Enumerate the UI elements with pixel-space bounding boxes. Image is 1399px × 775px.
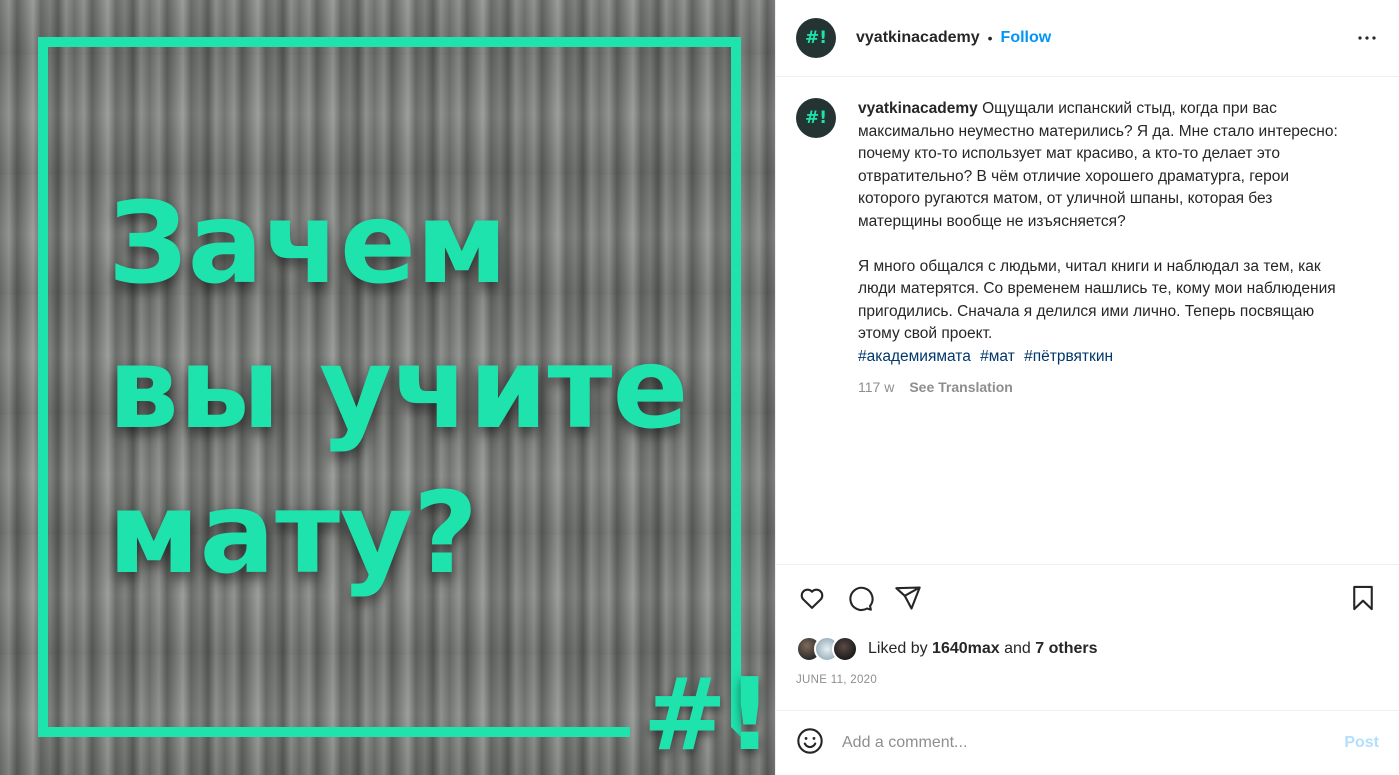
comment-input[interactable] <box>842 734 1345 752</box>
likes-and: and <box>1004 640 1031 657</box>
post-image[interactable]: Зачем вы учите мату? #! <box>0 0 775 775</box>
post-comment-button[interactable]: Post <box>1344 734 1379 752</box>
comment-icon[interactable] <box>844 582 876 614</box>
hashtag-link[interactable]: #мат <box>980 348 1015 365</box>
liker-avatar <box>832 636 858 662</box>
image-frame-bottom <box>38 727 630 737</box>
header-username[interactable]: vyatkinacademy <box>856 29 980 47</box>
hashtag-link[interactable]: #академиямата <box>858 348 971 365</box>
hashtags: #академиямата #мат #пётрвяткин <box>858 346 1348 369</box>
caption-paragraph-1-text: Ощущали испанский стыд, когда при вас ма… <box>858 100 1338 230</box>
caption-area: #! vyatkinacademy Ощущали испанский стыд… <box>776 78 1399 564</box>
action-bar <box>776 565 1399 631</box>
headline-line-2: вы учите <box>108 324 689 454</box>
post-age[interactable]: 117 w <box>858 376 894 399</box>
see-translation-button[interactable]: See Translation <box>909 376 1012 399</box>
headline-line-3: мату? <box>108 469 479 599</box>
bookmark-icon[interactable] <box>1347 582 1379 614</box>
liker-username[interactable]: 1640max <box>932 640 1000 657</box>
image-logo: #! <box>643 656 773 773</box>
follow-button[interactable]: Follow <box>1001 29 1052 47</box>
caption-row: #! vyatkinacademy Ощущали испанский стыд… <box>796 98 1379 398</box>
separator-dot: • <box>987 30 993 46</box>
more-horizontal-icon[interactable] <box>1355 26 1379 50</box>
liker-avatars[interactable] <box>796 636 860 662</box>
share-icon[interactable] <box>892 582 924 614</box>
heart-icon[interactable] <box>796 582 828 614</box>
likes-prefix: Liked by <box>868 640 928 657</box>
emoji-icon[interactable] <box>796 727 824 760</box>
post-date[interactable]: JUNE 11, 2020 <box>776 674 1399 686</box>
comment-bar: Post <box>776 710 1399 775</box>
likes-row: Liked by 1640max and 7 others <box>776 631 1399 667</box>
caption-avatar[interactable]: #! <box>796 98 836 138</box>
post-side-panel: #! vyatkinacademy • Follow #! vyatkinaca… <box>775 0 1399 775</box>
image-headline: Зачем вы учите мату? <box>108 172 688 607</box>
headline-line-1: Зачем <box>108 179 508 309</box>
post-header: #! vyatkinacademy • Follow <box>776 0 1399 77</box>
instagram-post: Зачем вы учите мату? #! #! vyatkinacadem… <box>0 0 1399 775</box>
avatar[interactable]: #! <box>796 18 836 58</box>
caption-paragraph-1: vyatkinacademy Ощущали испанский стыд, к… <box>858 98 1348 234</box>
caption-meta: 117 w See Translation <box>858 376 1348 399</box>
actions-area: Liked by 1640max and 7 others JUNE 11, 2… <box>776 564 1399 686</box>
caption-paragraph-2: Я много общался с людьми, читал книги и … <box>858 257 1336 343</box>
likes-others-link[interactable]: 7 others <box>1035 640 1097 657</box>
caption-username[interactable]: vyatkinacademy <box>858 100 978 117</box>
hashtag-link[interactable]: #пётрвяткин <box>1024 348 1113 365</box>
caption-text: vyatkinacademy Ощущали испанский стыд, к… <box>858 98 1348 398</box>
likes-text: Liked by 1640max and 7 others <box>868 640 1098 658</box>
